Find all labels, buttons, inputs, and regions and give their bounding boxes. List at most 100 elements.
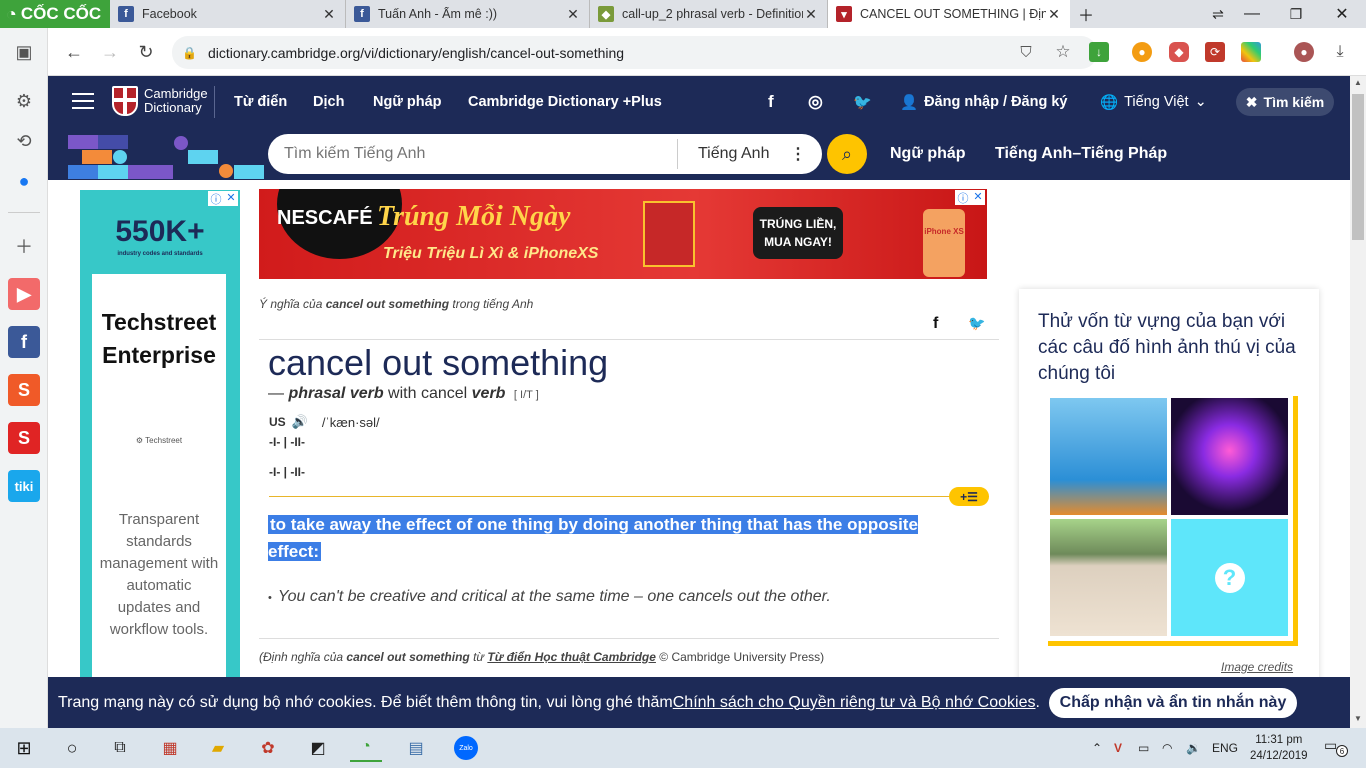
quiz-image-waterslide[interactable] — [1050, 398, 1167, 515]
image-credits-link[interactable]: Image credits — [1221, 660, 1293, 674]
maximize-button[interactable]: ❐ — [1276, 0, 1316, 28]
add-app-button[interactable]: ＋ — [8, 230, 40, 262]
input-language[interactable]: ENG — [1212, 738, 1238, 758]
battery-icon: ▭ — [1138, 741, 1150, 755]
task-view-button[interactable]: ⧉ — [104, 734, 136, 762]
history-button[interactable]: ⟲ — [8, 125, 40, 157]
profile-avatar[interactable]: ● — [1294, 42, 1314, 62]
twitter-link[interactable]: 🐦 — [853, 76, 872, 128]
subnav-english-french[interactable]: Tiếng Anh–Tiếng Pháp — [995, 128, 1167, 180]
search-button[interactable]: ⌕ — [827, 134, 867, 174]
address-bar[interactable]: 🔒 dictionary.cambridge.org/vi/dictionary… — [172, 36, 1097, 69]
tab-facebook-profile[interactable]: f Tuấn Anh - Ấm mê :)) ✕ — [346, 0, 590, 28]
share-facebook-button[interactable]: f — [933, 315, 938, 333]
extension-4[interactable] — [1241, 42, 1261, 62]
quiz-image-playhouse[interactable] — [1050, 519, 1167, 636]
nav-dictionary[interactable]: Từ điển — [234, 76, 287, 128]
tab-list-icon: ⇌ — [1212, 5, 1224, 22]
tab-call-up[interactable]: ◆ call-up_2 phrasal verb - Definition ✕ — [590, 0, 828, 28]
battery-button[interactable]: ▭ — [1138, 738, 1149, 758]
taskbar-app-4[interactable]: ▤ — [400, 734, 432, 762]
close-tab-icon[interactable]: ✕ — [1046, 6, 1062, 23]
shopee-shortcut[interactable]: S — [8, 374, 40, 406]
instagram-link[interactable]: ◎ — [808, 76, 823, 128]
info-icon: ⓘ — [957, 193, 969, 205]
scroll-down-icon[interactable]: ▼ — [1352, 714, 1364, 726]
quiz-title: Thử vốn từ vựng của bạn với các câu đố h… — [1038, 311, 1296, 384]
url-text[interactable]: dictionary.cambridge.org/vi/dictionary/e… — [208, 45, 624, 61]
cambridge-logo[interactable]: Cambridge Dictionary — [112, 86, 208, 116]
reload-button[interactable]: ↻ — [134, 40, 158, 64]
login-link[interactable]: 👤 Đăng nhập / Đăng ký — [900, 76, 1067, 128]
speaker-icon[interactable]: 🔊 — [292, 414, 308, 430]
search-toggle-button[interactable]: ✖ Tìm kiếm — [1236, 88, 1334, 116]
more-vertical-icon: ⋮ — [790, 146, 806, 163]
extension-3[interactable]: ⟳ — [1205, 42, 1225, 62]
nav-grammar[interactable]: Ngữ pháp — [373, 76, 442, 128]
quiz-image-ferris-wheel[interactable] — [1171, 398, 1288, 515]
taskbar-app-3[interactable]: ◩ — [302, 734, 334, 762]
ad-nescafe-banner[interactable]: NESCAFÉ Trúng Mỗi Ngày Triệu Triệu Lì Xì… — [259, 189, 987, 279]
ad-choices[interactable]: ⓘ ✕ — [955, 190, 985, 205]
volume-button[interactable]: 🔉 — [1186, 738, 1201, 758]
sidebar-toggle[interactable]: ▣ — [8, 36, 40, 68]
menu-button[interactable] — [72, 93, 94, 109]
source-link[interactable]: Từ điển Học thuật Cambridge — [487, 650, 656, 664]
shield-button[interactable]: ⛉ — [1016, 42, 1036, 62]
close-tab-icon[interactable]: ✕ — [803, 6, 819, 23]
search-language-selector[interactable]: Tiếng Anh ⋮ — [677, 139, 822, 169]
plus-icon: ＋ — [1077, 8, 1094, 25]
bookmark-button[interactable]: ☆ — [1053, 42, 1073, 62]
accept-cookies-button[interactable]: Chấp nhận và ẩn tin nhắn này — [1049, 688, 1297, 718]
forward-button[interactable]: → — [98, 40, 122, 64]
scrollbar-thumb[interactable] — [1352, 94, 1364, 240]
download-icon: ⤓ — [1336, 43, 1344, 60]
subnav-grammar[interactable]: Ngữ pháp — [890, 128, 966, 180]
messenger-button[interactable]: ● — [8, 165, 40, 197]
file-explorer-button[interactable]: ▰ — [202, 734, 234, 762]
taskbar-app-2[interactable]: ✿ — [252, 734, 284, 762]
youtube-shortcut[interactable]: ▶ — [8, 278, 40, 310]
source-credit: (Định nghĩa của cancel out something từ … — [259, 650, 825, 664]
clock[interactable]: 11:31 pm 24/12/2019 — [1250, 732, 1308, 764]
download-savior-button[interactable]: ↓ — [1089, 42, 1109, 62]
network-button[interactable]: ◠ — [1162, 738, 1172, 758]
share-twitter-button[interactable]: 🐦 — [968, 315, 985, 332]
back-button[interactable]: ← — [62, 40, 86, 64]
settings-button[interactable]: ⚙ — [8, 85, 40, 117]
search-taskbar-button[interactable]: ○ — [56, 734, 88, 762]
close-window-button[interactable]: ✕ — [1322, 0, 1362, 28]
show-hidden-icons[interactable]: ⌃ — [1092, 738, 1102, 758]
action-center-button[interactable]: ▭ 6 — [1324, 737, 1348, 759]
close-tab-icon[interactable]: ✕ — [565, 6, 581, 23]
extension-1[interactable]: ● — [1132, 42, 1152, 62]
sendo-shortcut[interactable]: S — [8, 422, 40, 454]
tray-app[interactable]: V — [1114, 738, 1122, 758]
tiki-shortcut[interactable]: tiki — [8, 470, 40, 502]
browser-brand[interactable]: ◔ CỐC CỐC — [0, 0, 110, 28]
sidebar-panel-icon: ▣ — [15, 41, 33, 62]
new-tab-button[interactable]: ＋ — [1066, 0, 1106, 28]
search-input[interactable] — [268, 134, 677, 174]
taskbar-app-1[interactable]: ▦ — [154, 734, 186, 762]
privacy-policy-link[interactable]: Chính sách cho Quyền riêng tư và Bộ nhớ … — [673, 694, 1036, 712]
start-button[interactable]: ⊞ — [8, 734, 40, 762]
facebook-shortcut[interactable]: f — [8, 326, 40, 358]
facebook-link[interactable]: f — [768, 76, 774, 128]
extension-adblock[interactable]: ◆ — [1169, 42, 1189, 62]
ad-choices[interactable]: ⓘ ✕ — [208, 191, 238, 206]
tab-cancel-out-something[interactable]: ▾ CANCEL OUT SOMETHING | Định ng ✕ — [828, 0, 1070, 28]
tab-facebook[interactable]: f Facebook ✕ — [110, 0, 346, 28]
nav-plus[interactable]: Cambridge Dictionary +Plus — [468, 76, 662, 128]
zalo-taskbar-button[interactable]: Zalo — [450, 734, 482, 762]
bullet-icon: • — [268, 592, 272, 604]
language-selector[interactable]: 🌐 Tiếng Việt ⌄ — [1100, 76, 1207, 128]
quiz-image-unknown[interactable]: ? — [1171, 519, 1288, 636]
downloads-button[interactable]: ⤓ — [1330, 42, 1350, 62]
nav-translate[interactable]: Dịch — [313, 76, 344, 128]
coccoc-taskbar-button[interactable]: ◔ — [350, 734, 382, 762]
close-tab-icon[interactable]: ✕ — [321, 6, 337, 23]
scroll-up-icon[interactable]: ▲ — [1352, 78, 1364, 90]
minimize-button[interactable]: — — [1232, 0, 1272, 28]
add-to-wordlist-button[interactable]: +☰ — [949, 487, 989, 506]
